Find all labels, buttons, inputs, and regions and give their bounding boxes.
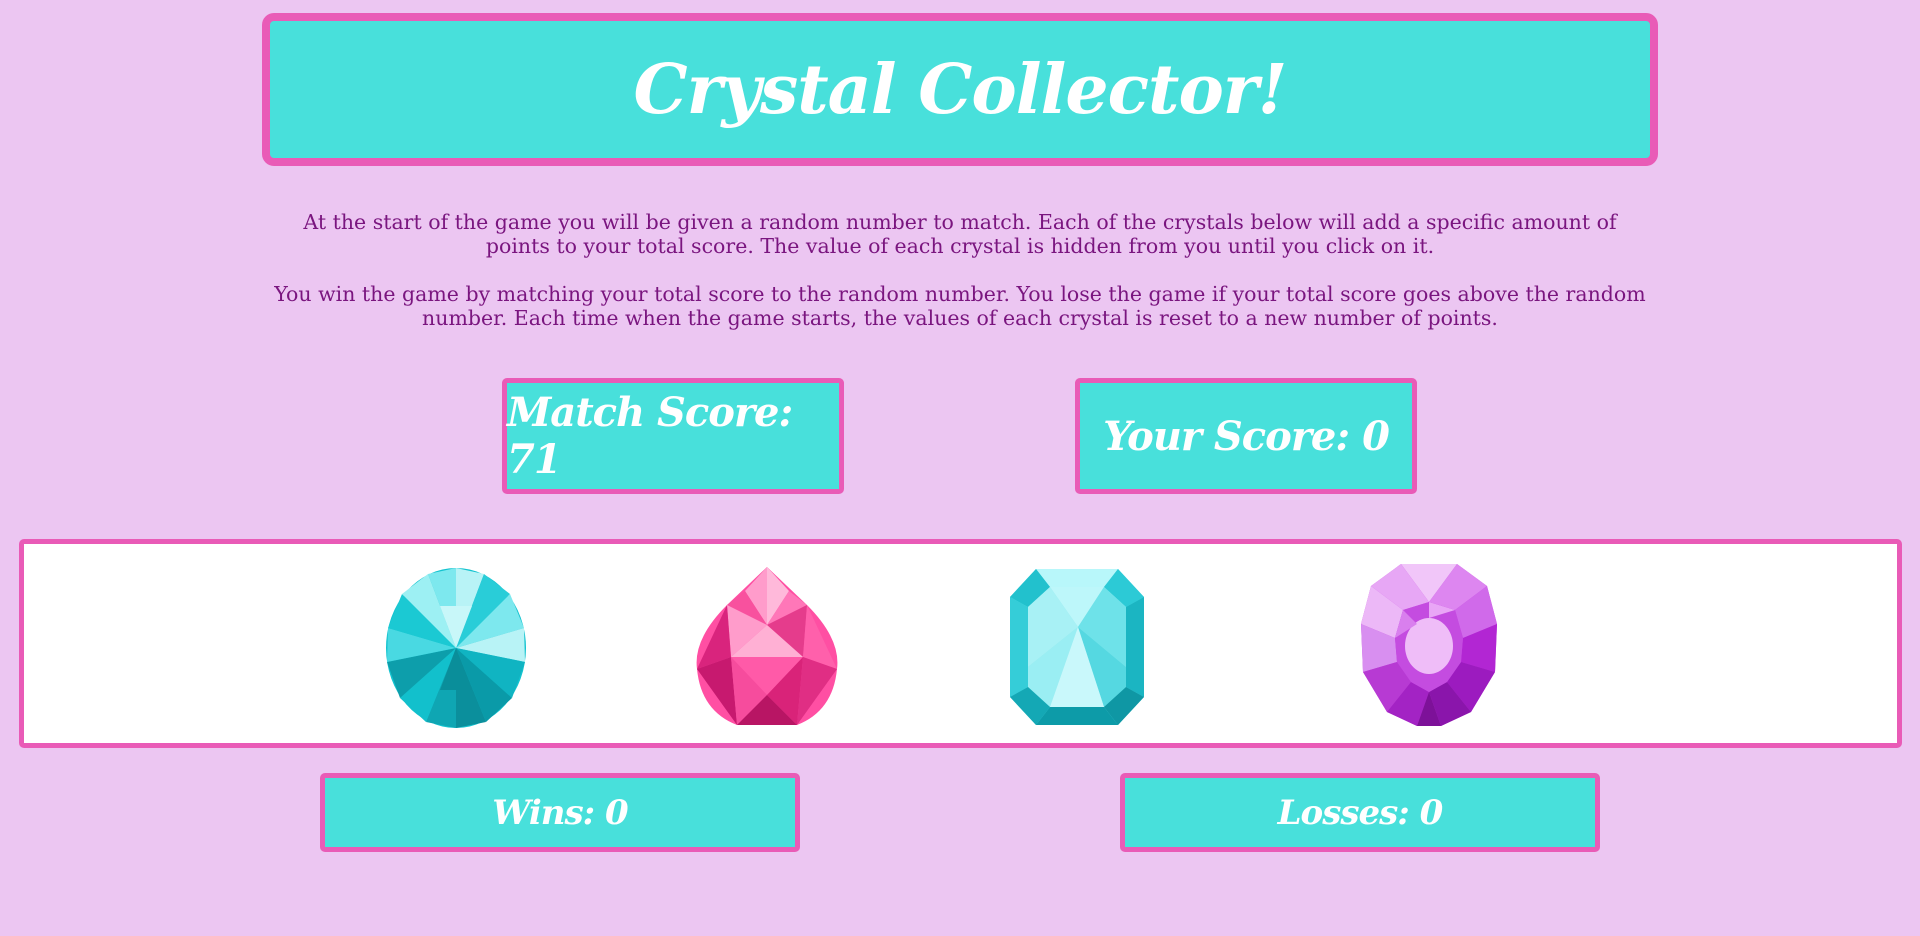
instructions-paragraph-1: At the start of the game you will be giv… [303,210,1617,258]
teal-oval-crystal-button[interactable] [384,566,528,730]
match-score-value: 71 [507,436,562,483]
your-score-box: Your Score: 0 [1075,378,1417,494]
match-score-box: Match Score: 71 [502,378,844,494]
losses-value: 0 [1419,792,1444,833]
match-score: Match Score: 71 [507,389,839,483]
your-score: Your Score: 0 [1103,412,1390,460]
page-title: Crystal Collector! [633,49,1288,130]
wins-label: Wins: [492,792,606,833]
your-score-label: Your Score: [1103,412,1363,460]
aqua-emerald-crystal-icon [1010,569,1144,725]
crystal-panel [19,539,1902,748]
losses-counter: Losses: 0 [1277,792,1444,833]
purple-round-crystal-button[interactable] [1359,562,1499,728]
instructions-paragraph-2: You win the game by matching your total … [274,282,1646,330]
wins-counter: Wins: 0 [492,792,629,833]
instructions: At the start of the game you will be giv… [270,210,1650,354]
pink-pear-crystal-button[interactable] [691,565,843,729]
losses-label: Losses: [1277,792,1420,833]
aqua-emerald-crystal-button[interactable] [1008,567,1146,727]
your-score-value: 0 [1362,412,1390,460]
pink-pear-crystal-icon [696,567,838,725]
losses-box: Losses: 0 [1120,773,1600,852]
title-banner: Crystal Collector! [262,13,1658,166]
purple-round-crystal-icon [1361,564,1497,726]
teal-oval-crystal-icon [386,568,526,728]
wins-box: Wins: 0 [320,773,800,852]
wins-value: 0 [605,792,629,833]
match-score-label: Match Score: [507,389,793,436]
